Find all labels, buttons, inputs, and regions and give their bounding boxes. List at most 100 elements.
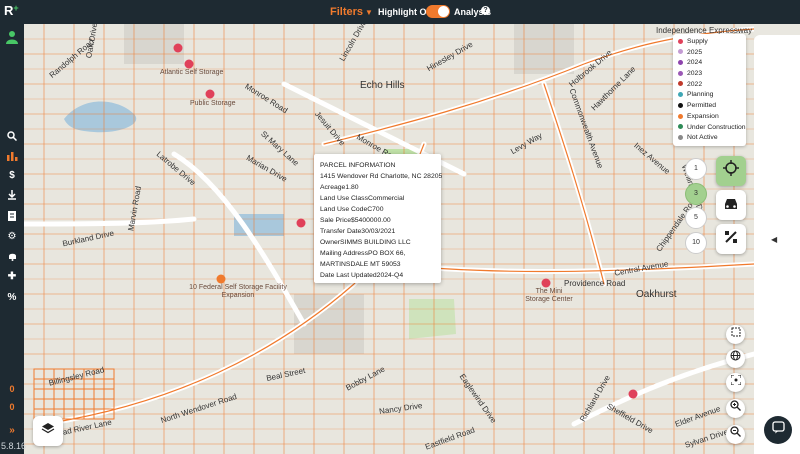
left-sidebar: $ ⚙ ✚ % 0 0 » 5.8.16 bbox=[0, 24, 27, 454]
legend-item[interactable]: 2022 bbox=[678, 80, 741, 91]
legend-dot-icon bbox=[678, 38, 683, 44]
caret-down-icon: ▼ bbox=[365, 8, 373, 17]
popup-line: Date Last Updated2024-Q4 bbox=[320, 272, 404, 279]
select-box-icon bbox=[731, 327, 740, 337]
legend-dot-icon bbox=[678, 60, 683, 66]
poi-label[interactable]: The Mini Storage Center bbox=[524, 288, 574, 304]
bell-icon[interactable] bbox=[0, 251, 24, 264]
legend-dot-icon bbox=[678, 113, 683, 119]
expand-sidebar-icon[interactable]: » bbox=[0, 425, 24, 436]
gear-icon[interactable]: ⚙ bbox=[0, 231, 24, 242]
popup-line: Acreage1.80 bbox=[320, 184, 359, 191]
globe-icon bbox=[730, 350, 741, 361]
chat-icon bbox=[771, 421, 785, 434]
legend-label: 2022 bbox=[687, 80, 703, 88]
crosshair-icon bbox=[723, 160, 739, 176]
legend-item[interactable]: Under Construction bbox=[678, 123, 746, 134]
fit-extent-button[interactable] bbox=[726, 373, 745, 392]
legend-item[interactable]: 2025 bbox=[678, 48, 741, 59]
plus-icon[interactable]: ✚ bbox=[0, 271, 24, 282]
highlight-only-toggle[interactable] bbox=[426, 5, 450, 18]
radius-1-button[interactable]: 1 bbox=[685, 158, 707, 180]
counter-bottom: 0 bbox=[9, 402, 15, 412]
area-label: Echo Hills bbox=[360, 80, 405, 91]
document-icon[interactable] bbox=[0, 211, 24, 224]
legend-label: 2025 bbox=[687, 48, 703, 56]
street-label: Providence Road bbox=[564, 279, 626, 288]
legend-label: Not Active bbox=[687, 134, 718, 142]
legend-dot-icon bbox=[678, 81, 683, 87]
logo-plus: + bbox=[13, 3, 19, 13]
popup-line: 1415 Wendover Rd Charlotte, NC 28205 bbox=[320, 173, 443, 180]
area-label: Oakhurst bbox=[636, 289, 677, 300]
popup-line: Land Use CodeC700 bbox=[320, 206, 384, 213]
user-icon[interactable] bbox=[0, 30, 24, 47]
percent-icon[interactable]: % bbox=[0, 292, 24, 303]
legend-label: Permitted bbox=[687, 102, 717, 110]
layers-button[interactable] bbox=[33, 416, 63, 446]
crosshair-tool-button[interactable] bbox=[716, 156, 746, 186]
popup-line: Sale Price$5400000.00 bbox=[320, 217, 391, 224]
chat-button[interactable] bbox=[764, 416, 792, 444]
select-box-button[interactable] bbox=[726, 325, 745, 344]
legend-label: 2023 bbox=[687, 70, 703, 78]
marker-10-federal-expansion bbox=[216, 274, 226, 284]
filters-label: Filters bbox=[330, 6, 364, 18]
legend-item[interactable]: 2023 bbox=[678, 69, 741, 80]
legend-item[interactable]: Not Active bbox=[678, 133, 741, 144]
legend-item[interactable]: Permitted bbox=[678, 101, 741, 112]
zoom-out-icon bbox=[730, 426, 741, 437]
marker-parcel-pin bbox=[296, 218, 306, 228]
legend-label: 2024 bbox=[687, 59, 703, 67]
legend-item[interactable]: Planning bbox=[678, 90, 741, 101]
top-bar: R+ Filters ▼ Highlight Only Analysis ? bbox=[0, 0, 800, 24]
legend-label: Planning bbox=[687, 91, 714, 99]
app-logo[interactable]: R+ bbox=[4, 3, 19, 18]
zoom-in-button[interactable] bbox=[726, 399, 745, 418]
popup-line: Mailing AddressPO BOX 66, bbox=[320, 250, 406, 257]
radius-5-button[interactable]: 5 bbox=[685, 207, 707, 229]
collapse-panel-icon[interactable]: ◀ bbox=[771, 235, 777, 244]
legend-dot-icon bbox=[678, 134, 683, 140]
parcel-info-popup: PARCEL INFORMATION 1415 Wendover Rd Char… bbox=[314, 154, 443, 283]
toggle-knob bbox=[438, 6, 449, 17]
help-icon[interactable]: ? bbox=[481, 6, 490, 15]
right-panel: ◀ bbox=[754, 35, 800, 454]
popup-line: Transfer Date30/03/2021 bbox=[320, 228, 396, 235]
popup-line: MARTINSDALE MT 59053 bbox=[320, 261, 401, 268]
poi-label[interactable]: 10 Federal Self Storage Facility Expansi… bbox=[188, 284, 288, 300]
zoom-out-button[interactable] bbox=[726, 425, 745, 444]
popup-line: OwnerSIMMS BUILDING LLC bbox=[320, 239, 411, 246]
counter-top: 0 bbox=[9, 384, 15, 394]
marker-atlantic-self-storage bbox=[173, 43, 183, 53]
globe-button[interactable] bbox=[726, 349, 745, 368]
radius-10-button[interactable]: 10 bbox=[685, 232, 707, 254]
popup-line: Land Use ClassCommercial bbox=[320, 195, 405, 202]
poi-label[interactable]: Public Storage bbox=[190, 100, 236, 107]
chart-icon[interactable] bbox=[0, 151, 24, 164]
layers-icon bbox=[41, 423, 55, 434]
legend-item[interactable]: 2024 bbox=[678, 58, 741, 69]
drive-time-button[interactable] bbox=[716, 190, 746, 220]
poi-label[interactable]: Atlantic Self Storage bbox=[160, 69, 223, 76]
zoom-in-icon bbox=[730, 400, 741, 411]
radius-3-button[interactable]: 3 bbox=[685, 183, 707, 205]
legend-dot-icon bbox=[678, 102, 683, 108]
dollar-icon[interactable]: $ bbox=[0, 170, 24, 181]
legend-dot-icon bbox=[678, 49, 683, 55]
status-legend: Supply 2025 2024 2023 2022 Planning Permitted E… bbox=[673, 34, 746, 146]
fit-extent-icon bbox=[730, 374, 741, 386]
legend-dot-icon bbox=[678, 70, 683, 76]
search-icon[interactable] bbox=[0, 131, 24, 144]
marker-mini-storage-center bbox=[541, 278, 551, 288]
percent-tool-button[interactable] bbox=[716, 224, 746, 254]
legend-item[interactable]: Expansion bbox=[678, 112, 741, 123]
filters-dropdown[interactable]: Filters ▼ bbox=[330, 6, 373, 18]
marker-southeast-facility bbox=[628, 389, 638, 399]
version-label: 5.8.16 bbox=[1, 441, 27, 451]
legend-label: Expansion bbox=[687, 112, 719, 120]
legend-label: Supply bbox=[687, 38, 708, 45]
legend-label: Under Construction bbox=[687, 123, 746, 131]
download-icon[interactable] bbox=[0, 190, 24, 203]
legend-item[interactable]: Supply bbox=[678, 37, 741, 48]
